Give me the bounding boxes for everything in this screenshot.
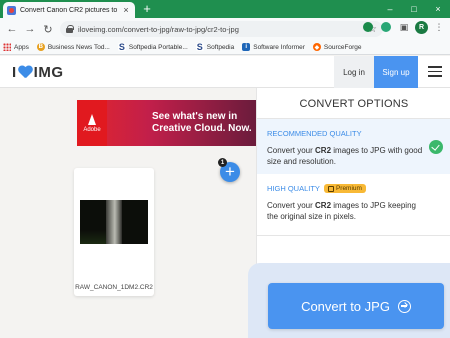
option-description: Convert your CR2 images to JPG keeping t… (267, 201, 416, 221)
option-description: Convert your CR2 images to JPG with good… (267, 146, 423, 166)
bookmark-softpedia-portable[interactable]: S Softpedia Portable... (117, 42, 188, 52)
address-bar[interactable]: iloveimg.com/convert-to-jpg/raw-to-jpg/c… (60, 21, 383, 37)
adobe-mark-icon (86, 113, 98, 125)
window-controls: – □ × (378, 0, 450, 18)
convert-button-label: Convert to JPG (301, 298, 390, 314)
bookmark-label: Softpedia Portable... (128, 43, 188, 51)
file-thumbnail (80, 200, 148, 244)
apps-grid-icon (3, 43, 11, 51)
adobe-ad-banner[interactable]: Adobe See what's new in Creative Cloud. … (77, 100, 256, 146)
bookmark-softpedia[interactable]: S Softpedia (195, 42, 235, 52)
panel-title: CONVERT OPTIONS (299, 98, 409, 110)
premium-lock-icon (327, 185, 334, 192)
sourceforge-icon: ◆ (312, 43, 321, 51)
ad-line-1: See what's new in (152, 111, 238, 122)
iloveimg-logo[interactable]: I IMG (12, 64, 64, 81)
software-informer-icon: i (242, 43, 251, 51)
premium-badge: Premium (323, 184, 366, 193)
hamburger-menu-icon[interactable] (428, 66, 442, 78)
browser-tab[interactable]: Convert Canon CR2 pictures to JP × (3, 2, 135, 18)
browser-tab-strip: Convert Canon CR2 pictures to JP × + – □… (0, 0, 450, 18)
bookmark-label: Business News Tod... (47, 43, 110, 51)
browser-menu-icon[interactable]: ⋮ (432, 20, 446, 34)
reload-icon[interactable]: ↻ (40, 21, 56, 37)
tab-title: Convert Canon CR2 pictures to JP (20, 6, 117, 14)
signup-button[interactable]: Sign up (374, 56, 418, 88)
bookmark-software-informer[interactable]: i Software Informer (242, 43, 305, 51)
bookmark-label: Softpedia (206, 43, 235, 51)
login-button[interactable]: Log in (334, 56, 374, 88)
business-news-icon: B (36, 43, 45, 51)
option-label: HIGH QUALITY Premium (267, 184, 366, 193)
file-count-badge: 1 (218, 158, 227, 167)
option-recommended-quality[interactable]: RECOMMENDED QUALITY Convert your CR2 ima… (257, 119, 450, 174)
bookmarks-bar: Apps B Business News Tod... S Softpedia … (0, 40, 450, 55)
softpedia-icon: S (195, 42, 204, 52)
bookmark-label: Software Informer (253, 43, 305, 51)
logo-text-left: I (12, 64, 17, 81)
iloveimg-favicon-icon (7, 5, 16, 15)
close-window-button[interactable]: × (426, 0, 450, 18)
adobe-logo: Adobe (77, 100, 107, 146)
maximize-button[interactable]: □ (402, 0, 426, 18)
arrow-right-circle-icon (397, 299, 411, 313)
bookmark-sourceforge[interactable]: ◆ SourceForge (312, 43, 362, 51)
file-card[interactable]: RAW_CANON_1DM2.CR2 (74, 168, 154, 296)
bookmark-label: SourceForge (323, 43, 362, 51)
adobe-brand-text: Adobe (83, 126, 101, 133)
new-tab-button[interactable]: + (140, 2, 154, 16)
minimize-button[interactable]: – (378, 0, 402, 18)
back-arrow-icon[interactable]: ← (4, 21, 20, 37)
extension-green-icon[interactable] (361, 20, 375, 34)
ad-line-2: Creative Cloud. Now. (152, 123, 252, 134)
file-name: RAW_CANON_1DM2.CR2 (75, 284, 153, 291)
site-header: I IMG Log in Sign up (0, 56, 450, 88)
premium-text: Premium (335, 185, 362, 192)
extensions-puzzle-icon[interactable]: ▣ (397, 20, 411, 34)
option-label: RECOMMENDED QUALITY (267, 129, 362, 138)
bookmark-label: Apps (14, 43, 29, 51)
option-high-quality[interactable]: HIGH QUALITY Premium Convert your CR2 im… (257, 174, 450, 236)
softpedia-icon: S (117, 42, 126, 52)
option-label-text: HIGH QUALITY (267, 184, 320, 193)
bookmark-apps[interactable]: Apps (3, 43, 29, 51)
lock-icon[interactable] (66, 25, 74, 33)
extension-teal-icon[interactable] (379, 20, 393, 34)
ad-headline: See what's new in Creative Cloud. Now. (152, 111, 252, 135)
convert-to-jpg-button[interactable]: Convert to JPG (268, 283, 444, 329)
logo-text-right: IMG (33, 64, 64, 81)
tab-close-icon[interactable]: × (121, 5, 131, 15)
extension-area: ▣ R ⋮ (361, 20, 446, 34)
forward-arrow-icon[interactable]: → (22, 21, 38, 37)
heart-icon (18, 66, 33, 79)
bookmark-business-news[interactable]: B Business News Tod... (36, 43, 110, 51)
url-text[interactable]: iloveimg.com/convert-to-jpg/raw-to-jpg/c… (78, 25, 363, 34)
profile-avatar[interactable]: R (415, 20, 428, 34)
selected-check-icon (429, 140, 443, 154)
